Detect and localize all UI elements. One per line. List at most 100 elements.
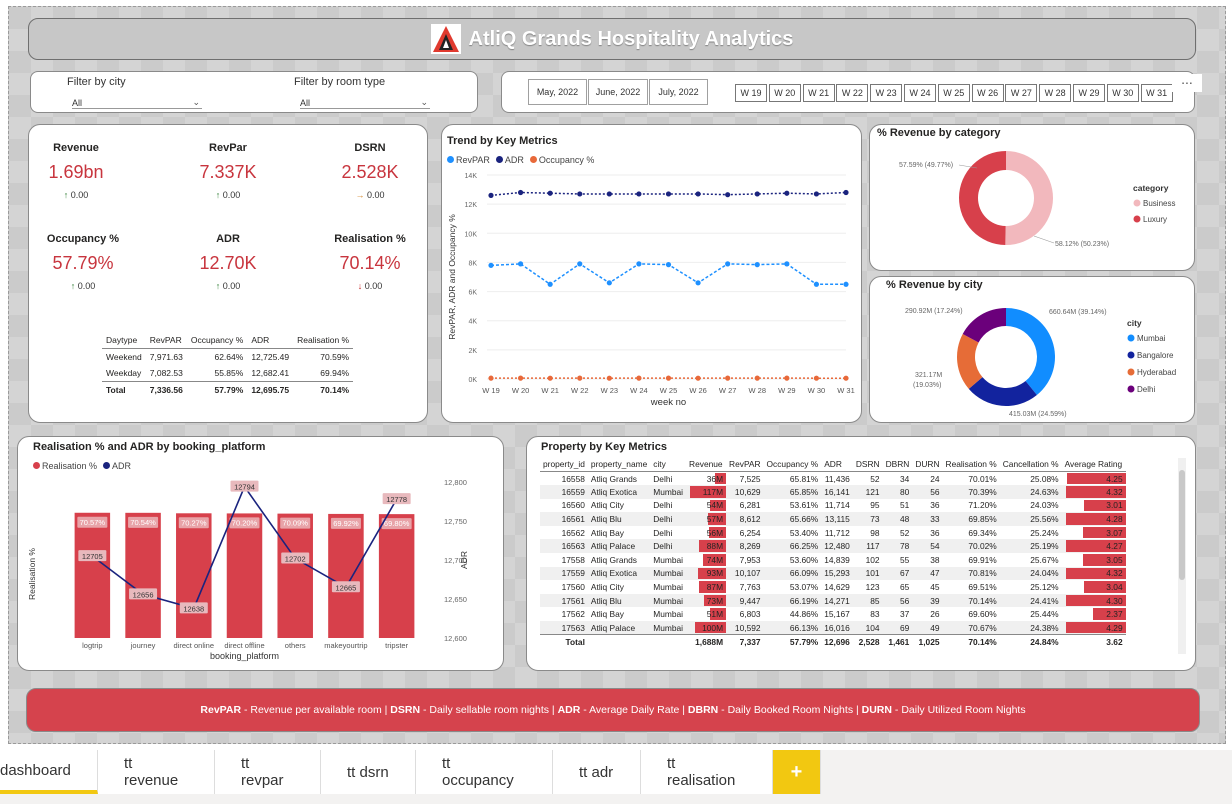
month-button-july[interactable]: July, 2022 xyxy=(649,79,708,105)
bar[interactable] xyxy=(378,514,415,638)
pie-slice[interactable] xyxy=(958,151,1006,245)
column-header[interactable]: Cancellation % xyxy=(999,457,1062,472)
column-header[interactable]: ADR xyxy=(821,457,853,472)
line-data-label: 12638 xyxy=(183,604,204,613)
bar[interactable] xyxy=(74,512,111,638)
column-header[interactable]: Realisation % xyxy=(942,457,1000,472)
column-header[interactable]: property_id xyxy=(540,457,588,472)
x-tick-label: W 29 xyxy=(778,386,796,395)
add-page-button[interactable]: + xyxy=(773,750,821,794)
legend-label[interactable]: Hyderabad xyxy=(1137,368,1176,377)
week-button-10[interactable]: W 29 xyxy=(1073,84,1105,102)
legend-label[interactable]: Delhi xyxy=(1137,385,1155,394)
data-point xyxy=(636,261,642,267)
table-cell: 16,141 xyxy=(821,485,853,499)
legend-label[interactable]: Business xyxy=(1143,199,1175,208)
column-header[interactable]: property_name xyxy=(587,457,651,472)
tab-tt-adr[interactable]: tt adr xyxy=(553,750,641,794)
tab-tt-occupancy[interactable]: tt occupancy xyxy=(416,750,553,794)
week-button-8[interactable]: W 27 xyxy=(1005,84,1038,102)
column-header[interactable]: Daytype xyxy=(102,332,146,349)
table-cell: Atliq Grands xyxy=(590,473,637,484)
tab-dashboard[interactable]: dashboard xyxy=(0,750,98,794)
week-button-7[interactable]: W 26 xyxy=(971,84,1004,102)
tab-tt-revenue[interactable]: tt revenue xyxy=(98,750,215,794)
week-button-9[interactable]: W 28 xyxy=(1039,84,1072,102)
table-cell: 17562 xyxy=(561,609,585,620)
table-cell: Mumbai xyxy=(653,554,684,565)
column-header[interactable]: RevPAR xyxy=(726,457,764,472)
table-cell: 85 xyxy=(852,593,883,608)
bar[interactable] xyxy=(328,513,364,638)
column-header[interactable]: DSRN xyxy=(852,457,883,472)
column-header[interactable]: city xyxy=(650,457,687,472)
column-header[interactable]: RevPAR xyxy=(145,332,187,349)
legend-title: city xyxy=(1127,318,1142,328)
column-header[interactable]: DBRN xyxy=(882,457,913,472)
column-header[interactable]: Realisation % xyxy=(293,332,354,349)
pie-slice[interactable] xyxy=(1005,151,1053,245)
line-data-label: 12656 xyxy=(133,590,154,599)
scrollbar-thumb[interactable] xyxy=(1179,470,1185,580)
week-button-1[interactable]: W 20 xyxy=(768,84,801,102)
bar[interactable] xyxy=(226,513,263,638)
week-button-12[interactable]: W 31 xyxy=(1140,84,1173,102)
pie-slice[interactable] xyxy=(962,308,1006,343)
week-button-6[interactable]: W 25 xyxy=(937,84,970,102)
table-cell: 1,025 xyxy=(912,634,943,649)
data-point xyxy=(488,262,494,268)
category-chart-title: % Revenue by category xyxy=(877,127,1001,139)
table-cell: 11,714 xyxy=(824,500,850,511)
table-cell: 7,337 xyxy=(726,634,764,649)
room-type-dropdown[interactable]: All ⌄ xyxy=(300,97,430,109)
column-header[interactable]: Occupancy % xyxy=(763,457,822,472)
table-cell: 66.09% xyxy=(763,566,822,581)
week-button-3[interactable]: W 22 xyxy=(836,84,869,102)
month-button-may[interactable]: May, 2022 xyxy=(528,79,587,105)
column-header[interactable]: Average Rating xyxy=(1061,457,1126,472)
kpi-value: 1.69bn xyxy=(48,162,104,182)
column-header[interactable]: ADR xyxy=(247,332,294,349)
legend-label[interactable]: Bangalore xyxy=(1137,351,1174,360)
y-tick-label: 2K xyxy=(468,348,477,355)
more-options-icon[interactable]: ... xyxy=(1172,72,1202,92)
month-button-june[interactable]: June, 2022 xyxy=(588,79,648,105)
tab-tt-revpar[interactable]: tt revpar xyxy=(215,750,321,794)
table-cell: 26 xyxy=(930,609,940,620)
legend-label[interactable]: Mumbai xyxy=(1137,334,1166,343)
bar[interactable] xyxy=(125,512,161,638)
column-header[interactable]: DURN xyxy=(912,457,943,472)
table-cell: Atliq Blu xyxy=(587,593,651,608)
pie-slice[interactable] xyxy=(1006,308,1055,396)
data-point xyxy=(636,191,642,197)
legend-label-adr: ADR xyxy=(504,155,524,165)
week-button-11[interactable]: W 30 xyxy=(1106,84,1139,102)
table-cell: Atliq Palace xyxy=(587,621,651,635)
bar[interactable] xyxy=(176,513,212,638)
week-button-2[interactable]: W 21 xyxy=(802,84,835,102)
x-tick-label: others xyxy=(285,641,306,650)
legend-label[interactable]: Luxury xyxy=(1143,215,1167,224)
tab-tt-realisation[interactable]: tt realisation xyxy=(641,750,773,794)
table-cell: 53.07% xyxy=(789,582,819,593)
data-point xyxy=(754,262,760,268)
cell-value: 4.29 xyxy=(1106,622,1123,633)
bar[interactable] xyxy=(277,513,313,638)
table-cell: 48 xyxy=(882,512,913,526)
tab-tt-dsrn[interactable]: tt dsrn xyxy=(321,750,416,794)
property-table-scrollbar[interactable] xyxy=(1178,458,1186,654)
week-button-4[interactable]: W 23 xyxy=(870,84,903,102)
table-total-row: Total 1,688M 7,337 57.79% 12,696 2,528 1,461 1,… xyxy=(540,634,1126,649)
kpi-change-value: 0.00 xyxy=(222,190,241,200)
city-dropdown[interactable]: All ⌄ xyxy=(72,97,202,109)
table-cell: 87M xyxy=(686,580,727,594)
column-header[interactable]: Revenue xyxy=(686,457,727,472)
cell-value: 4.27 xyxy=(1106,541,1123,552)
week-button-0[interactable]: W 19 xyxy=(735,84,767,102)
kpi-label: DSRN xyxy=(354,142,386,154)
table-cell: 80 xyxy=(882,485,913,499)
table-cell: 51 xyxy=(899,500,910,511)
week-button-5[interactable]: W 24 xyxy=(904,84,936,102)
column-header[interactable]: Occupancy % xyxy=(186,332,248,349)
chevron-down-icon: ⌄ xyxy=(420,97,428,107)
